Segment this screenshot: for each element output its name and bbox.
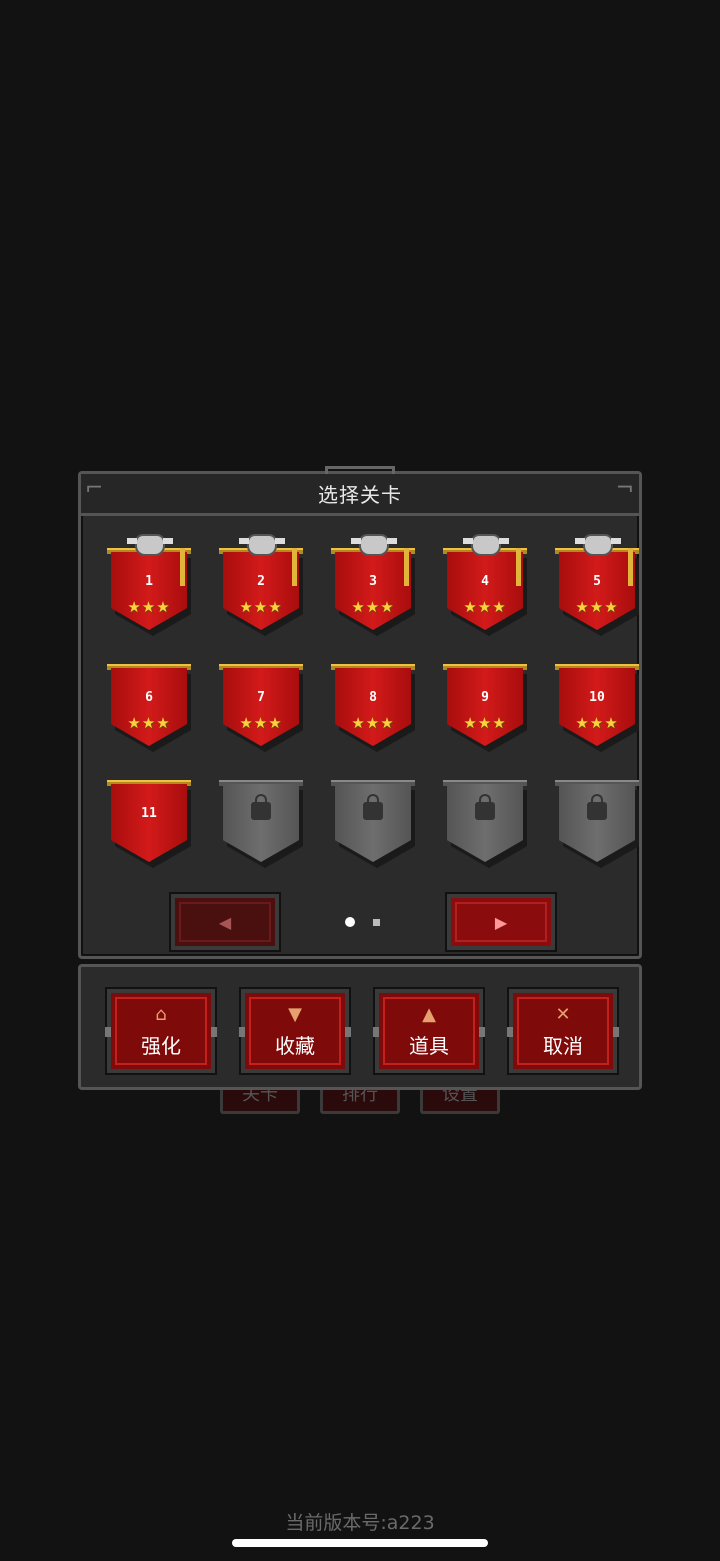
star-rating: ★★★ xyxy=(239,714,283,732)
level-banner-10[interactable]: 10 ★★★ xyxy=(541,656,653,752)
corner-ornament-right: ¬ xyxy=(615,476,635,501)
lock-icon xyxy=(475,794,495,820)
level-banner-locked xyxy=(429,772,541,868)
level-select-panel: ⌐ 选择关卡 ¬ 1 ★★★ 2 ★★★ 3 ★★★ 4 ★★★ 5 ★★★ 6 ★★★ 7 ★★★ 8 ★★… xyxy=(78,466,642,959)
star-rating: ★★★ xyxy=(239,598,283,616)
cancel-button[interactable]: ✕ 取消 xyxy=(507,987,619,1075)
level-number: 6 xyxy=(145,690,153,705)
level-banner-3[interactable]: 3 ★★★ xyxy=(317,534,429,636)
prev-page-button[interactable]: ◀ xyxy=(169,892,281,952)
helmet-icon xyxy=(351,534,397,556)
panel-title-bar: ⌐ 选择关卡 ¬ xyxy=(81,474,639,516)
level-number: 2 xyxy=(257,574,265,589)
level-banner-locked xyxy=(205,772,317,868)
cancel-label: 取消 xyxy=(543,1033,583,1058)
button-hinge xyxy=(345,1027,351,1037)
helmet-icon xyxy=(127,534,173,556)
level-banner-8[interactable]: 8 ★★★ xyxy=(317,656,429,752)
potion-icon: ▲ xyxy=(422,1003,436,1025)
lock-icon xyxy=(251,794,271,820)
upgrade-button[interactable]: ⌂ 强化 xyxy=(105,987,217,1075)
trophy-icon: ▼ xyxy=(288,1003,302,1025)
star-rating: ★★★ xyxy=(575,714,619,732)
star-rating: ★★★ xyxy=(463,598,507,616)
level-grid: 1 ★★★ 2 ★★★ 3 ★★★ 4 ★★★ 5 ★★★ 6 ★★★ 7 ★★★ 8 ★★★ 9 ★★★ 10 ★★… xyxy=(93,534,639,868)
star-rating: ★★★ xyxy=(351,714,395,732)
items-button[interactable]: ▲ 道具 xyxy=(373,987,485,1075)
level-banner-2[interactable]: 2 ★★★ xyxy=(205,534,317,636)
next-page-button[interactable]: ▶ xyxy=(445,892,557,952)
level-number: 3 xyxy=(369,574,377,589)
level-banner-9[interactable]: 9 ★★★ xyxy=(429,656,541,752)
home-indicator[interactable] xyxy=(232,1539,488,1547)
page-dot xyxy=(373,918,380,926)
helmet-icon xyxy=(575,534,621,556)
action-panel: ⌂ 强化 ▼ 收藏 ▲ 道具 ✕ 取消 xyxy=(78,964,642,1090)
button-hinge xyxy=(479,1027,485,1037)
level-banner-5[interactable]: 5 ★★★ xyxy=(541,534,653,636)
collection-label: 收藏 xyxy=(275,1033,315,1058)
level-banner-4[interactable]: 4 ★★★ xyxy=(429,534,541,636)
level-number: 8 xyxy=(369,690,377,705)
version-text: 当前版本号:a223 xyxy=(285,1512,435,1534)
level-number: 11 xyxy=(141,806,157,821)
level-number: 9 xyxy=(481,690,489,705)
button-hinge xyxy=(211,1027,217,1037)
star-rating: ★★★ xyxy=(127,598,171,616)
star-rating: ★★★ xyxy=(463,714,507,732)
level-banner-11[interactable]: 11 xyxy=(93,772,205,868)
level-banner-locked xyxy=(317,772,429,868)
button-hinge xyxy=(105,1027,111,1037)
star-rating: ★★★ xyxy=(351,598,395,616)
button-hinge xyxy=(239,1027,245,1037)
level-banner-1[interactable]: 1 ★★★ xyxy=(93,534,205,636)
button-hinge xyxy=(613,1027,619,1037)
cancel-icon: ✕ xyxy=(555,1003,571,1025)
level-banner-6[interactable]: 6 ★★★ xyxy=(93,656,205,752)
arrow-right-icon: ▶ xyxy=(494,912,508,932)
star-rating: ★★★ xyxy=(127,714,171,732)
collection-button[interactable]: ▼ 收藏 xyxy=(239,987,351,1075)
upgrade-label: 强化 xyxy=(141,1033,181,1058)
lock-icon xyxy=(587,794,607,820)
page-indicator xyxy=(345,917,380,927)
button-hinge xyxy=(373,1027,379,1037)
panel-title: 选择关卡 xyxy=(318,483,402,507)
level-number: 7 xyxy=(257,690,265,705)
lock-icon xyxy=(363,794,383,820)
helmet-icon xyxy=(239,534,285,556)
level-number: 5 xyxy=(593,574,601,589)
upgrade-icon: ⌂ xyxy=(155,1003,167,1025)
corner-ornament-left: ⌐ xyxy=(85,476,105,501)
level-number: 4 xyxy=(481,574,489,589)
button-hinge xyxy=(507,1027,513,1037)
level-banner-locked xyxy=(541,772,653,868)
level-number: 10 xyxy=(589,690,605,705)
level-number: 1 xyxy=(145,574,153,589)
page-dot-active xyxy=(345,917,355,927)
star-rating: ★★★ xyxy=(575,598,619,616)
arrow-left-icon: ◀ xyxy=(218,912,232,932)
items-label: 道具 xyxy=(409,1033,449,1058)
level-banner-7[interactable]: 7 ★★★ xyxy=(205,656,317,752)
helmet-icon xyxy=(463,534,509,556)
